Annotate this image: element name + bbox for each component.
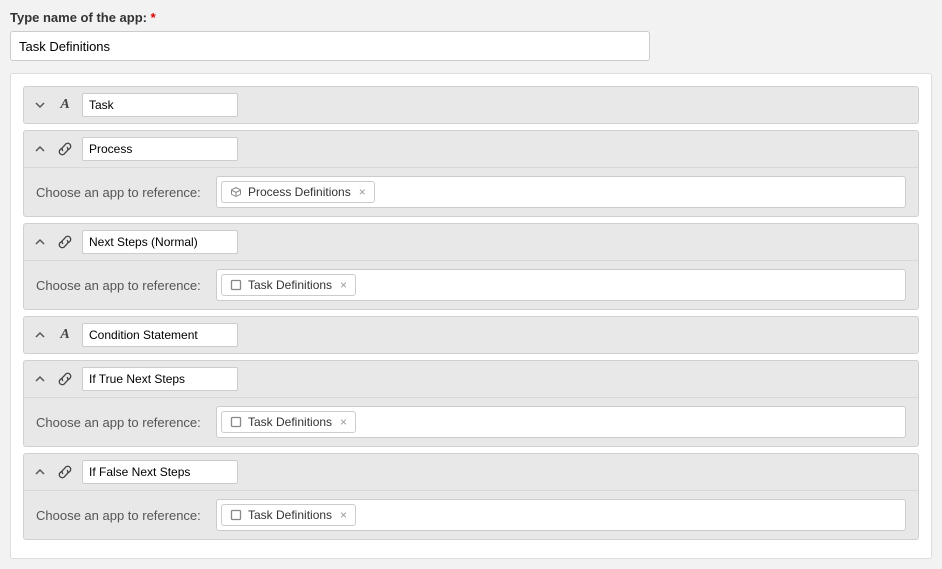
- reference-select[interactable]: Task Definitions ×: [216, 499, 906, 531]
- field-header: [24, 131, 918, 167]
- chevron-up-icon[interactable]: [32, 141, 48, 157]
- remove-reference-button[interactable]: ×: [340, 415, 347, 429]
- reference-chip: Task Definitions ×: [221, 274, 356, 296]
- chevron-down-icon[interactable]: [32, 97, 48, 113]
- field-block-task: A: [23, 86, 919, 124]
- cube-icon: [230, 186, 242, 198]
- chevron-up-icon[interactable]: [32, 234, 48, 250]
- reference-row: Choose an app to reference: Task Definit…: [24, 260, 918, 309]
- reference-select[interactable]: Process Definitions ×: [216, 176, 906, 208]
- field-name-input[interactable]: [82, 230, 238, 254]
- field-header: [24, 454, 918, 490]
- field-name-input[interactable]: [82, 323, 238, 347]
- reference-label: Choose an app to reference:: [36, 415, 206, 430]
- field-block-if-false-next-steps: Choose an app to reference: Task Definit…: [23, 453, 919, 540]
- reference-chip: Task Definitions ×: [221, 411, 356, 433]
- reference-label: Choose an app to reference:: [36, 278, 206, 293]
- app-name-label-text: Type name of the app:: [10, 10, 147, 25]
- remove-reference-button[interactable]: ×: [359, 185, 366, 199]
- link-type-icon: [56, 370, 74, 388]
- remove-reference-button[interactable]: ×: [340, 278, 347, 292]
- link-type-icon: [56, 233, 74, 251]
- fields-panel: A Choose an app to reference: Process De…: [10, 73, 932, 559]
- text-type-icon: A: [56, 326, 74, 344]
- app-name-input[interactable]: [10, 31, 650, 61]
- reference-chip-label: Task Definitions: [248, 508, 332, 522]
- reference-row: Choose an app to reference: Task Definit…: [24, 397, 918, 446]
- reference-select[interactable]: Task Definitions ×: [216, 269, 906, 301]
- square-icon: [230, 279, 242, 291]
- field-block-condition-statement: A: [23, 316, 919, 354]
- reference-row: Choose an app to reference: Process Defi…: [24, 167, 918, 216]
- reference-chip: Process Definitions ×: [221, 181, 375, 203]
- field-header: A: [24, 317, 918, 353]
- field-header: [24, 224, 918, 260]
- link-type-icon: [56, 463, 74, 481]
- square-icon: [230, 416, 242, 428]
- field-block-if-true-next-steps: Choose an app to reference: Task Definit…: [23, 360, 919, 447]
- text-type-icon: A: [56, 96, 74, 114]
- field-name-input[interactable]: [82, 367, 238, 391]
- required-indicator: *: [151, 10, 156, 25]
- app-name-label: Type name of the app: *: [10, 10, 932, 25]
- field-name-input[interactable]: [82, 137, 238, 161]
- field-header: [24, 361, 918, 397]
- field-block-process: Choose an app to reference: Process Defi…: [23, 130, 919, 217]
- reference-row: Choose an app to reference: Task Definit…: [24, 490, 918, 539]
- remove-reference-button[interactable]: ×: [340, 508, 347, 522]
- reference-chip-label: Task Definitions: [248, 278, 332, 292]
- reference-select[interactable]: Task Definitions ×: [216, 406, 906, 438]
- reference-chip: Task Definitions ×: [221, 504, 356, 526]
- square-icon: [230, 509, 242, 521]
- link-type-icon: [56, 140, 74, 158]
- reference-label: Choose an app to reference:: [36, 185, 206, 200]
- field-name-input[interactable]: [82, 93, 238, 117]
- field-name-input[interactable]: [82, 460, 238, 484]
- chevron-up-icon[interactable]: [32, 371, 48, 387]
- chevron-up-icon[interactable]: [32, 464, 48, 480]
- field-header: A: [24, 87, 918, 123]
- chevron-up-icon[interactable]: [32, 327, 48, 343]
- field-block-next-steps-normal: Choose an app to reference: Task Definit…: [23, 223, 919, 310]
- reference-label: Choose an app to reference:: [36, 508, 206, 523]
- reference-chip-label: Process Definitions: [248, 185, 351, 199]
- reference-chip-label: Task Definitions: [248, 415, 332, 429]
